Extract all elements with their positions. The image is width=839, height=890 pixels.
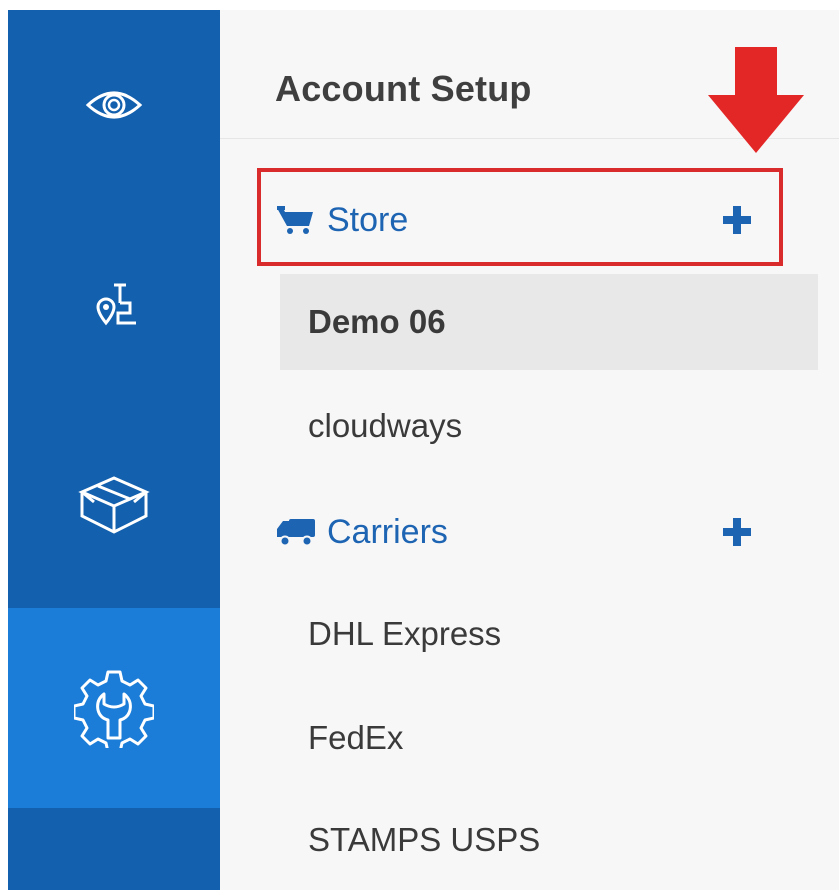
icon-rail: [8, 10, 220, 890]
route-pin-icon: [84, 277, 144, 333]
truck-icon: [277, 517, 317, 547]
app-frame: Account Setup Store Demo 06 cloudways Ca…: [0, 0, 839, 890]
store-item-cloudways[interactable]: cloudways: [280, 378, 818, 474]
rail-item-settings[interactable]: [8, 608, 220, 808]
carrier-item-dhl-express[interactable]: DHL Express: [280, 586, 818, 682]
carrier-item-fedex[interactable]: FedEx: [280, 690, 818, 786]
carrier-item-stamps-usps[interactable]: STAMPS USPS: [280, 792, 818, 888]
cart-icon: [277, 205, 317, 235]
package-box-icon: [76, 472, 152, 538]
panel-header: Account Setup: [220, 10, 839, 153]
plus-icon: [723, 206, 751, 234]
settings-wrench-gear-icon: [74, 668, 154, 748]
carrier-item-label: FedEx: [308, 719, 404, 756]
store-item-demo-06[interactable]: Demo 06: [280, 274, 818, 370]
account-setup-panel: Account Setup Store Demo 06 cloudways Ca…: [220, 10, 839, 890]
section-store-label: Store: [327, 200, 409, 239]
arrow-down-icon: [706, 47, 806, 160]
add-store-button[interactable]: [717, 200, 757, 240]
carrier-item-label: DHL Express: [308, 615, 502, 652]
section-carriers-label: Carriers: [327, 512, 448, 551]
store-item-label: cloudways: [308, 407, 463, 444]
rail-item-routes[interactable]: [8, 250, 220, 360]
section-store-header[interactable]: Store: [277, 190, 777, 250]
plus-icon: [723, 518, 751, 546]
store-item-label: Demo 06: [308, 303, 446, 340]
eye-icon: [84, 85, 144, 125]
rail-item-view[interactable]: [8, 50, 220, 160]
page-title: Account Setup: [275, 68, 532, 109]
rail-item-packages[interactable]: [8, 440, 220, 570]
add-carrier-button[interactable]: [717, 512, 757, 552]
section-carriers-header[interactable]: Carriers: [277, 502, 777, 562]
carrier-item-label: STAMPS USPS: [308, 821, 541, 858]
